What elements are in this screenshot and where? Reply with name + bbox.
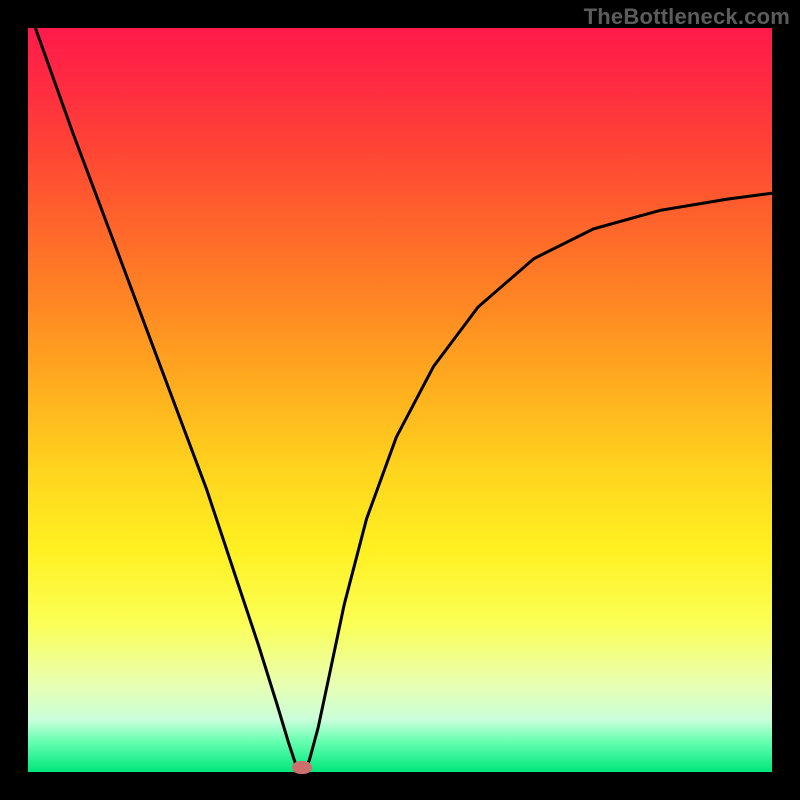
bottleneck-curve xyxy=(35,28,772,772)
chart-frame: TheBottleneck.com xyxy=(0,0,800,800)
curve-svg xyxy=(28,28,772,772)
optimum-marker xyxy=(292,761,312,774)
watermark-text: TheBottleneck.com xyxy=(584,4,790,30)
plot-area xyxy=(28,28,772,772)
